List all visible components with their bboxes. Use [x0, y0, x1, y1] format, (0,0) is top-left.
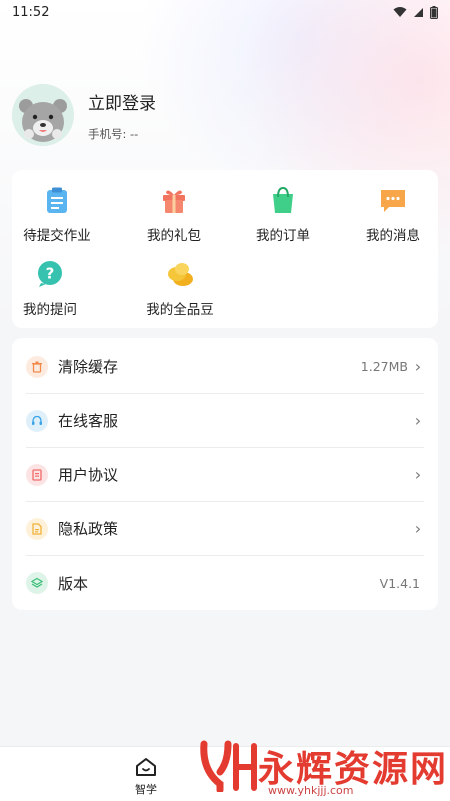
shopping-bag-icon	[273, 186, 293, 213]
clipboard-icon	[47, 187, 67, 213]
cache-size-value: 1.27MB	[360, 359, 408, 374]
profile-section[interactable]: 立即登录 手机号: --	[12, 84, 156, 146]
version-value: V1.4.1	[379, 575, 420, 591]
menu-item-user-agreement[interactable]: 用户协议 ›	[26, 448, 424, 502]
grid-item-my-messages[interactable]: 我的消息	[343, 186, 443, 244]
coins-icon	[168, 263, 193, 286]
settings-menu: 清除缓存 1.27MB › 在线客服 › 用户协议 › 隐私政策 › 版本 V1…	[12, 338, 438, 610]
document-icon	[26, 463, 48, 486]
battery-icon	[430, 5, 438, 19]
grid-item-label: 我的订单	[256, 228, 310, 244]
home-icon	[136, 758, 156, 776]
grid-item-label: 我的全品豆	[146, 302, 214, 318]
watermark-logo-icon	[200, 740, 257, 792]
menu-item-clear-cache[interactable]: 清除缓存 1.27MB ›	[26, 340, 424, 394]
layers-icon	[26, 572, 48, 594]
gift-icon	[163, 190, 185, 213]
grid-item-my-gift[interactable]: 我的礼包	[124, 186, 224, 244]
trash-icon	[26, 355, 48, 378]
bear-avatar-icon	[12, 84, 74, 146]
menu-item-online-service[interactable]: 在线客服 ›	[26, 394, 424, 448]
svg-text:?: ?	[46, 265, 55, 283]
message-icon	[381, 190, 405, 212]
menu-item-label: 版本	[58, 574, 89, 593]
menu-item-version[interactable]: 版本 V1.4.1	[26, 556, 424, 610]
status-time: 11:52	[12, 4, 50, 20]
grid-item-label: 待提交作业	[23, 228, 91, 244]
menu-item-label: 用户协议	[58, 466, 119, 484]
shortcut-grid: 待提交作业 我的礼包 我的订单 我的消息 ? 我的提问 我的全品豆	[12, 170, 438, 328]
signal-icon	[414, 7, 423, 17]
tab-home[interactable]: 智学	[128, 757, 164, 797]
menu-item-label: 在线客服	[58, 412, 119, 430]
watermark-url: www.yhkjjj.com	[268, 784, 354, 797]
grid-item-my-orders[interactable]: 我的订单	[233, 186, 333, 244]
wifi-icon	[393, 7, 407, 17]
menu-item-privacy-policy[interactable]: 隐私政策 ›	[26, 502, 424, 556]
status-bar: 11:52	[0, 0, 450, 24]
login-link[interactable]: 立即登录	[88, 89, 156, 114]
grid-item-label: 我的消息	[366, 228, 420, 244]
grid-item-pending-homework[interactable]: 待提交作业	[7, 186, 107, 244]
grid-item-label: 我的提问	[23, 302, 77, 318]
grid-item-my-beans[interactable]: 我的全品豆	[130, 260, 230, 318]
headset-icon	[26, 409, 48, 432]
phone-number-label: 手机号: --	[88, 126, 139, 141]
status-icons	[393, 5, 438, 19]
chevron-right-icon: ›	[414, 465, 422, 484]
menu-item-label: 清除缓存	[58, 358, 119, 376]
chevron-right-icon: ›	[414, 357, 422, 376]
chevron-right-icon: ›	[414, 411, 422, 430]
tab-home-label: 智学	[135, 783, 157, 796]
menu-item-label: 隐私政策	[58, 520, 119, 538]
avatar[interactable]	[12, 84, 74, 146]
watermark: 永辉资源网 www.yhkjjj.com	[198, 740, 448, 797]
grid-item-my-questions[interactable]: ? 我的提问	[0, 260, 100, 318]
question-icon: ?	[38, 261, 62, 287]
chevron-right-icon: ›	[414, 519, 422, 538]
file-icon	[26, 517, 48, 540]
grid-item-label: 我的礼包	[147, 228, 201, 244]
